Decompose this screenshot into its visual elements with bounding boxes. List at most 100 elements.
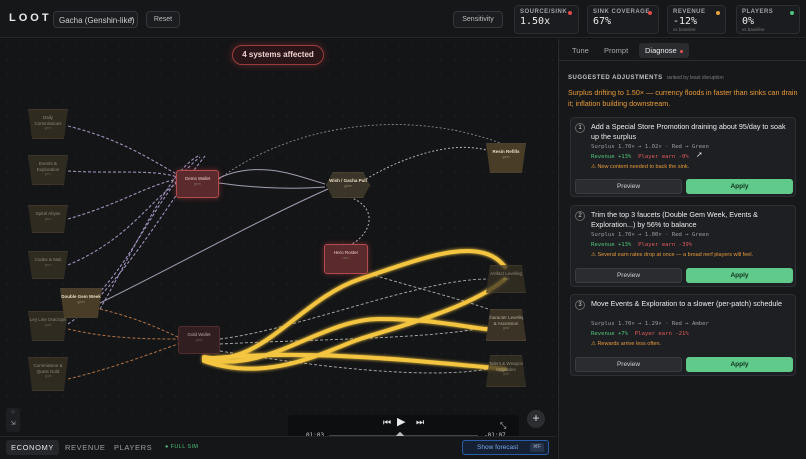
metric-value: 1.50x <box>520 16 551 27</box>
metric-sink-coverage[interactable]: SINK COVERAGE 67% <box>587 5 659 34</box>
collapse-icon: ⇲ <box>10 421 16 427</box>
node-sub: gem <box>77 299 85 304</box>
chevron-down-icon: ▾ <box>129 16 133 23</box>
tab-revenue[interactable]: REVENUE <box>65 443 105 452</box>
node-gold-wallet[interactable]: Gold Wallet gold <box>178 326 220 354</box>
node-label: Codes & Mail <box>34 257 62 262</box>
node-sub: gem <box>44 172 52 176</box>
skip-back-icon[interactable]: ⏮ <box>383 417 391 428</box>
node-character-leveling[interactable]: Character Leveling & Ascension gold <box>486 309 526 341</box>
node-sub: gem <box>502 154 510 159</box>
card-revenue: Revenue +7% <box>591 331 629 337</box>
card-note: ⚠ Several earn rates drop at once — a br… <box>591 252 754 258</box>
skip-forward-icon[interactable]: ⏭ <box>416 417 424 428</box>
card-surplus: Surplus 1.70× → 1.29× · Red → Amber <box>591 321 709 327</box>
preset-select[interactable]: Gacha (Genshin-like) ▾ <box>53 11 138 28</box>
minimap-control[interactable]: ⁘ ⇲ <box>6 408 20 432</box>
tab-players[interactable]: PLAYERS <box>114 443 152 452</box>
node-resin-refills[interactable]: Resin Refills gem <box>486 143 526 173</box>
preview-button[interactable]: Preview <box>575 357 682 372</box>
heading-text: SUGGESTED ADJUSTMENTS <box>568 75 663 81</box>
node-sub: gold <box>44 322 52 327</box>
node-ley-line-outcrops[interactable]: Ley Line Outcrops gold <box>28 311 68 341</box>
card-revenue: Revenue +13% <box>591 242 632 248</box>
preview-button[interactable]: Preview <box>575 179 682 194</box>
card-player-earn: Player earn -39% <box>638 242 693 248</box>
reset-button[interactable]: Reset <box>146 11 180 28</box>
status-dot-icon <box>716 11 720 15</box>
card-number: 3 <box>575 300 585 310</box>
card-number: 1 <box>575 123 585 133</box>
node-sub: gem <box>44 262 52 267</box>
gold-faucet-edges <box>67 308 179 380</box>
show-forecast-button[interactable]: Show forecast ⌘F <box>462 440 549 455</box>
card-player-earn: Player earn -21% <box>634 331 689 337</box>
heading-subtext: ranked by least disruption <box>666 75 724 81</box>
apply-button[interactable]: Apply <box>686 268 793 283</box>
sensitivity-button[interactable]: Sensitivity <box>453 11 503 28</box>
play-icon[interactable]: ▶ <box>397 415 405 428</box>
node-sub: gold <box>502 372 510 376</box>
full-sim-indicator: ● FULL SIM <box>165 444 199 450</box>
add-node-button[interactable]: + <box>527 410 545 428</box>
preset-select-value: Gacha (Genshin-like) <box>59 16 135 25</box>
dots-icon: ⁘ <box>10 410 16 416</box>
tab-prompt[interactable]: Prompt <box>604 46 628 55</box>
metric-value: 67% <box>593 16 612 27</box>
tab-diagnose[interactable]: Diagnose <box>639 43 689 58</box>
suggested-adjustments-heading: SUGGESTED ADJUSTMENTS ranked by least dis… <box>568 75 724 81</box>
tab-economy[interactable]: ECONOMY <box>6 440 59 455</box>
panel-tabs: Tune Prompt Diagnose <box>559 39 806 61</box>
status-dot-icon <box>568 11 572 15</box>
card-player-earn: Player earn -0% <box>638 154 689 160</box>
mouse-cursor-icon: ➚ <box>696 150 703 159</box>
apply-button[interactable]: Apply <box>686 357 793 372</box>
node-hero-roster[interactable]: Hero Roster hero <box>324 244 368 274</box>
surplus-warning: Surplus drifting to 1.50× — currency flo… <box>568 88 798 108</box>
side-panel: Tune Prompt Diagnose SUGGESTED ADJUSTMEN… <box>558 39 806 459</box>
metric-source-sink[interactable]: SOURCE/SINK 1.50x <box>514 5 579 34</box>
forecast-label: Show forecast <box>477 444 519 451</box>
economy-graph-canvas[interactable]: 4 systems affected Daily Commissions gem… <box>0 39 557 436</box>
node-wish-gacha-pull[interactable]: Wish / Gacha Pull gem <box>326 172 370 198</box>
tab-tune[interactable]: Tune <box>572 46 589 55</box>
card-title: Add a Special Store Promotion draining a… <box>591 122 786 141</box>
metric-revenue[interactable]: REVENUE -12% vs baseline <box>667 5 726 34</box>
card-title: Trim the top 3 faucets (Double Gem Week,… <box>591 210 758 229</box>
node-label: Character Leveling & Ascension <box>487 315 525 326</box>
node-daily-commissions[interactable]: Daily Commissions gem <box>28 109 68 139</box>
node-gems-wallet[interactable]: Gems Wallet gem <box>176 170 219 198</box>
node-spiral-abyss[interactable]: Spiral Abyss gem <box>28 205 68 233</box>
flow-edges <box>67 124 511 380</box>
card-note: ⚠ Rewards arrive less often. <box>591 341 662 347</box>
node-label: Double Gem Week <box>61 294 101 299</box>
metric-players[interactable]: PLAYERS 0% vs baseline <box>736 5 800 34</box>
suggestion-card-1: 1 Add a Special Store Promotion draining… <box>570 117 796 197</box>
node-codes-mail[interactable]: Codes & Mail gem <box>28 251 68 279</box>
card-surplus: Surplus 1.70× → 1.00× · Red → Green <box>591 232 709 238</box>
top-bar: LOOT Gacha (Genshin-like) ▾ Reset Sensit… <box>0 0 806 38</box>
collapse-arrows-icon[interactable]: ⤡ <box>500 421 506 431</box>
wallet-to-resin-edge <box>218 124 511 180</box>
preview-button[interactable]: Preview <box>575 268 682 283</box>
card-number: 2 <box>575 211 585 221</box>
node-double-gem-week[interactable]: Double Gem Week gem <box>60 288 102 318</box>
node-sub: gold <box>502 276 510 281</box>
node-talent-weapon[interactable]: Talent & Weapon Upgrades gold <box>486 355 526 387</box>
node-label: Daily Commissions <box>34 115 62 126</box>
node-sub: gold <box>195 337 203 342</box>
node-label: Events & Exploration <box>36 161 60 172</box>
alert-dot-icon <box>679 49 683 53</box>
node-events-exploration[interactable]: Events & Exploration gem <box>28 155 68 185</box>
node-commission-quest-gold[interactable]: Commission & Quest Gold gold <box>28 357 68 391</box>
card-surplus: Surplus 1.70× → 1.02× · Red → Green <box>591 144 709 150</box>
apply-button[interactable]: Apply <box>686 179 793 194</box>
node-artifact-leveling[interactable]: Artifact Leveling gold <box>486 265 526 293</box>
app-logo: LOOT <box>9 12 52 24</box>
metric-label: SINK COVERAGE <box>593 9 650 15</box>
systems-affected-badge[interactable]: 4 systems affected <box>232 45 324 65</box>
node-sub: hero <box>342 255 350 260</box>
node-sub: gold <box>44 374 52 378</box>
card-title: Move Events & Exploration to a slower (p… <box>591 299 782 308</box>
metric-sub: vs baseline <box>742 27 765 32</box>
